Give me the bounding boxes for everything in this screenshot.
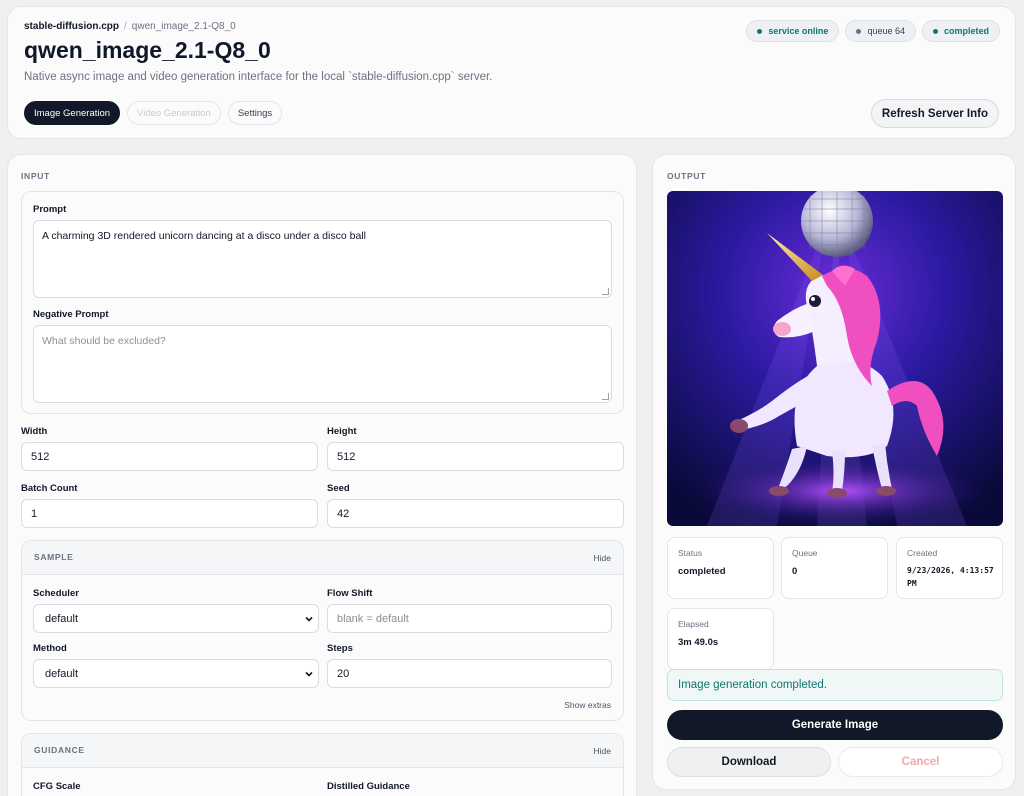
elapsed-stat-card: Elapsed 3m 49.0s	[667, 608, 774, 670]
badge-label: service online	[768, 26, 829, 36]
cfg-scale-label: CFG Scale	[33, 781, 81, 792]
stat-value: completed	[678, 566, 726, 577]
stat-label: Created	[907, 548, 938, 558]
seed-input[interactable]: 42	[327, 499, 624, 528]
distilled-guidance-label: Distilled Guidance	[327, 781, 410, 792]
status-dot-icon	[932, 28, 938, 34]
badge-label: queue 64	[867, 26, 905, 36]
negative-prompt-textarea[interactable]: What should be excluded?	[33, 325, 612, 403]
guidance-section: GUIDANCE Hide CFG Scale Distilled Guidan…	[21, 733, 624, 796]
seed-label: Seed	[327, 483, 350, 494]
breadcrumb-model: qwen_image_2.1-Q8_0	[131, 21, 236, 32]
stat-value: 3m 49.0s	[678, 637, 719, 648]
width-label: Width	[21, 426, 48, 437]
stat-label: Elapsed	[678, 619, 709, 629]
method-select[interactable]: default	[33, 659, 319, 688]
queue-badge: queue 64	[845, 20, 916, 42]
created-stat-card: Created 9/23/2026, 4:13:57 PM	[896, 537, 1003, 599]
service-status-badge: service online	[746, 20, 840, 42]
chevron-down-icon	[305, 616, 313, 622]
status-dot-icon	[856, 28, 862, 34]
job-status-badge: completed	[921, 20, 1000, 42]
prompt-card: Prompt A charming 3D rendered unicorn da…	[21, 191, 624, 414]
unicorn-disco-image	[667, 191, 1003, 526]
tab-video-generation[interactable]: Video Generation	[127, 101, 221, 125]
batch-count-input[interactable]: 1	[21, 499, 318, 528]
output-section-label: OUTPUT	[667, 171, 707, 181]
breadcrumb-separator: /	[124, 21, 127, 32]
chevron-down-icon	[305, 671, 313, 677]
stat-value: 9/23/2026, 4:13:57 PM	[907, 566, 994, 588]
sample-hide-button[interactable]: Hide	[594, 553, 611, 563]
prompt-text: A charming 3D rendered unicorn dancing a…	[42, 230, 366, 242]
flow-shift-label: Flow Shift	[327, 588, 373, 599]
guidance-hide-button[interactable]: Hide	[594, 746, 611, 756]
resize-handle-icon[interactable]	[602, 288, 609, 295]
input-panel: INPUT Prompt A charming 3D rendered unic…	[7, 154, 637, 796]
refresh-server-info-button[interactable]: Refresh Server Info	[870, 99, 999, 128]
header-card: stable-diffusion.cpp / qwen_image_2.1-Q8_0…	[7, 6, 1016, 139]
flow-shift-input[interactable]: blank = default	[327, 604, 612, 633]
generated-image[interactable]	[667, 191, 1003, 526]
guidance-section-title: GUIDANCE	[34, 745, 85, 755]
tab-image-generation[interactable]: Image Generation	[24, 101, 121, 125]
breadcrumb-project[interactable]: stable-diffusion.cpp	[24, 21, 119, 32]
badge-label: completed	[943, 26, 989, 36]
method-label: Method	[33, 643, 67, 654]
width-input[interactable]: 512	[21, 442, 318, 471]
page-title: qwen_image_2.1-Q8_0	[24, 37, 271, 63]
steps-input[interactable]: 20	[327, 659, 612, 688]
sample-section-header: SAMPLE Hide	[22, 541, 623, 575]
download-button[interactable]: Download	[667, 747, 831, 777]
queue-stat-card: Queue 0	[781, 537, 888, 599]
generate-image-button[interactable]: Generate Image	[667, 710, 1003, 740]
page-subtitle: Native async image and video generation …	[24, 71, 493, 83]
batch-count-label: Batch Count	[21, 483, 78, 494]
success-alert: Image generation completed.	[667, 669, 1003, 701]
scheduler-select[interactable]: default	[33, 604, 319, 633]
negative-prompt-label: Negative Prompt	[33, 309, 109, 320]
status-badges: service online queue 64 completed	[746, 20, 1000, 42]
stat-label: Status	[678, 548, 703, 558]
tab-settings[interactable]: Settings	[227, 101, 283, 125]
steps-label: Steps	[327, 643, 353, 654]
output-panel: OUTPUT Status completed Queue 0 Created …	[652, 154, 1016, 790]
negative-prompt-placeholder: What should be excluded?	[42, 335, 166, 347]
height-label: Height	[327, 426, 357, 437]
input-section-label: INPUT	[21, 171, 50, 181]
show-extras-button[interactable]: Show extras	[564, 700, 611, 710]
tab-bar: Image Generation Video Generation Settin…	[24, 101, 283, 125]
stat-value: 0	[792, 566, 798, 577]
scheduler-value: default	[45, 612, 79, 625]
scheduler-label: Scheduler	[33, 588, 79, 599]
status-stat-card: Status completed	[667, 537, 774, 599]
resize-handle-icon[interactable]	[602, 393, 609, 400]
stat-label: Queue	[792, 548, 818, 558]
prompt-textarea[interactable]: A charming 3D rendered unicorn dancing a…	[33, 220, 612, 298]
sample-section-title: SAMPLE	[34, 552, 74, 562]
prompt-label: Prompt	[33, 204, 67, 215]
height-input[interactable]: 512	[327, 442, 624, 471]
guidance-section-header: GUIDANCE Hide	[22, 734, 623, 768]
method-value: default	[45, 667, 79, 680]
cancel-button[interactable]: Cancel	[838, 747, 1003, 777]
status-dot-icon	[757, 28, 763, 34]
sample-section: SAMPLE Hide Scheduler default Flow Shift…	[21, 540, 624, 721]
breadcrumb: stable-diffusion.cpp / qwen_image_2.1-Q8_0	[24, 21, 236, 32]
